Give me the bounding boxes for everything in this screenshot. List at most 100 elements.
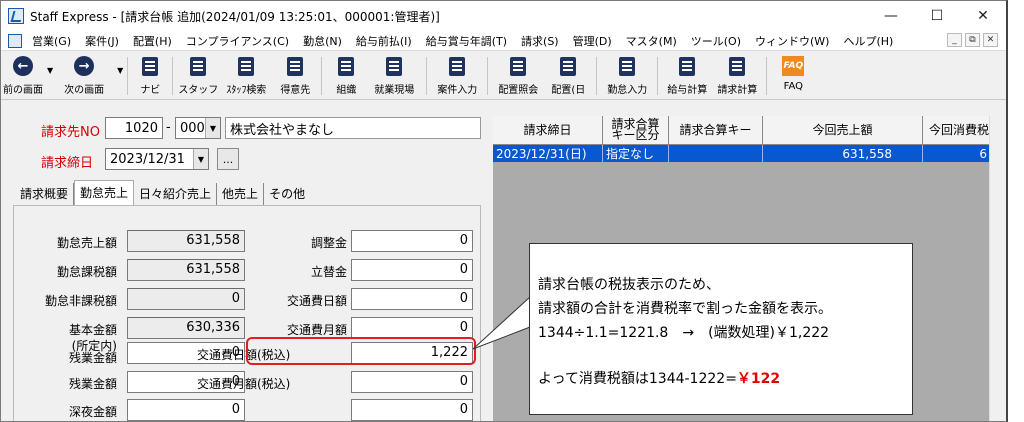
closing-date-label: 請求締日 <box>41 156 94 171</box>
case-entry-button[interactable]: 案件入力 <box>431 52 483 100</box>
grid-cell-sales: 631,558 <box>763 145 923 162</box>
navi-button[interactable]: ナビ <box>132 52 168 100</box>
mdi-close-button[interactable]: ✕ <box>983 33 998 47</box>
maximize-button[interactable]: ☐ <box>914 1 960 31</box>
menu-case[interactable]: 案件(J) <box>85 33 119 49</box>
grid-header-key-type[interactable]: 請求合算 キー区分 <box>603 116 669 145</box>
grid-vertical-scrollbar[interactable] <box>989 116 1006 421</box>
forward-dropdown-icon[interactable]: ▼ <box>117 66 123 75</box>
staff-label: スタッフ <box>178 85 219 96</box>
grid-header-sales[interactable]: 今回売上額 <box>763 116 923 145</box>
billing-to-label: 請求先NO <box>41 125 100 140</box>
assignment-inquiry-icon <box>510 56 527 76</box>
attendance-sales-label: 勤怠売上額 <box>56 236 117 250</box>
base-amount-field: 630,336 <box>127 317 245 339</box>
billing-to-branch-value: 000 <box>180 120 205 136</box>
tab-billing-summary[interactable]: 請求概要 <box>15 183 75 205</box>
chevron-down-icon[interactable]: ▼ <box>205 118 220 138</box>
closing-date-value: 2023/12/31 <box>110 151 185 167</box>
transport-monthly-taxin-field[interactable]: 0 <box>351 371 473 393</box>
assignment-inquiry-button[interactable]: 配置照会 <box>492 52 544 100</box>
menu-tools[interactable]: ツール(O) <box>691 33 741 49</box>
grid-header-closing-date[interactable]: 請求締日 <box>493 116 603 145</box>
table-row[interactable]: 2023/12/31(日) 指定なし 631,558 6 <box>493 145 990 162</box>
toolbar-separator <box>487 57 489 95</box>
workplace-label: 就業現場 <box>374 85 415 96</box>
menu-management[interactable]: 管理(D) <box>573 33 612 49</box>
menu-billing[interactable]: 請求(S) <box>521 33 559 49</box>
organization-icon <box>338 56 355 76</box>
attendance-entry-button[interactable]: 勤怠入力 <box>601 52 653 100</box>
case-entry-label: 案件入力 <box>437 85 478 96</box>
callout-pointer <box>472 297 531 350</box>
workplace-button[interactable]: 就業現場 <box>366 52 422 100</box>
staff-search-label: ｽﾀｯﾌ検索 <box>226 85 267 96</box>
tab-other-sales[interactable]: 他売上 <box>217 183 265 205</box>
menu-advance-pay[interactable]: 給与前払(I) <box>356 33 412 49</box>
app-icon <box>8 8 24 24</box>
payroll-icon <box>679 56 696 76</box>
tab-other[interactable]: その他 <box>264 183 310 205</box>
menu-assignment[interactable]: 配置(H) <box>133 33 172 49</box>
staff-button[interactable]: スタッフ <box>177 52 219 100</box>
tab-daily-referral-sales[interactable]: 日々紹介売上 <box>134 183 218 205</box>
menu-attendance[interactable]: 勤怠(N) <box>303 33 342 49</box>
grid-header-key[interactable]: 請求合算キー <box>669 116 763 145</box>
adjustment-field[interactable]: 0 <box>351 230 473 252</box>
assignment-daily-button[interactable]: 配置(日 <box>544 52 592 100</box>
payroll-button[interactable]: 給与計算 <box>662 52 712 100</box>
mdi-restore-button[interactable]: ⧉ <box>965 33 980 47</box>
faq-icon: FAQ <box>782 56 805 76</box>
window-title: Staff Express - [請求台帳 追加(2024/01/09 13:2… <box>30 9 440 24</box>
transport-monthly-field[interactable]: 0 <box>351 317 473 339</box>
transport-monthly-taxin-label: 交通費月額(税込) <box>197 377 291 391</box>
menu-help[interactable]: ヘルプ(H) <box>843 33 893 49</box>
document-icon <box>8 33 22 48</box>
closing-date-picker[interactable]: 2023/12/31 ▼ <box>105 148 209 170</box>
attendance-nontaxable-field: 0 <box>127 288 245 310</box>
menu-bar: 営業(G) 案件(J) 配置(H) コンプライアンス(C) 勤怠(N) 給与前払… <box>1 31 1006 51</box>
app-window: Staff Express - [請求台帳 追加(2024/01/09 13:2… <box>0 0 1008 422</box>
minimize-button[interactable]: — <box>868 1 914 31</box>
assignment-inquiry-label: 配置照会 <box>498 85 539 96</box>
closing-date-lookup-button[interactable]: ... <box>217 148 239 170</box>
callout-line-1: 請求台帳の税抜表示のため、 <box>538 277 720 293</box>
forward-button[interactable]: → 次の画面 <box>53 52 115 100</box>
menu-compliance[interactable]: コンプライアンス(C) <box>186 33 289 49</box>
tab-attendance-sales[interactable]: 勤怠売上 <box>74 180 135 205</box>
advance-field[interactable]: 0 <box>351 259 473 281</box>
back-button[interactable]: ← 前の画面 <box>1 52 45 100</box>
close-button[interactable]: ✕ <box>960 1 1006 31</box>
transport-daily-field[interactable]: 0 <box>351 288 473 310</box>
organization-button[interactable]: 組織 <box>326 52 366 100</box>
mdi-minimize-button[interactable]: _ <box>947 33 962 47</box>
grid-cell-key <box>669 145 763 162</box>
callout-line-4-prefix: よって消費税額は1344-1222= <box>538 371 737 387</box>
transport-daily-label: 交通費日額 <box>286 294 347 308</box>
extra-amount-field[interactable]: 0 <box>351 399 473 421</box>
chevron-down-icon[interactable]: ▼ <box>193 149 208 169</box>
explanation-callout: 請求台帳の税抜表示のため、 請求額の合計を消費税率で割った金額を表示。 1344… <box>529 243 913 415</box>
grid-header-tax[interactable]: 今回消費税 <box>923 116 999 145</box>
night-amount-field[interactable]: 0 <box>127 399 245 421</box>
tab-strip: 請求概要 勤怠売上 日々紹介売上 他売上 その他 <box>15 180 310 205</box>
menu-master[interactable]: マスタ(M) <box>626 33 677 49</box>
forward-label: 次の画面 <box>64 85 105 96</box>
attendance-entry-icon <box>619 56 636 76</box>
overtime-amount-label: 残業金額 <box>68 377 117 391</box>
forward-icon: → <box>74 56 95 76</box>
menu-sales[interactable]: 営業(G) <box>32 33 71 49</box>
billing-to-branch-select[interactable]: 000 ▼ <box>175 117 221 139</box>
navi-icon <box>142 56 159 76</box>
grid-cell-tax: 6 <box>979 146 987 161</box>
billing-calc-button[interactable]: 請求計算 <box>712 52 762 100</box>
staff-search-button[interactable]: ｽﾀｯﾌ検索 <box>219 52 273 100</box>
grid-cell-key-type: 指定なし <box>603 145 669 162</box>
billing-to-code-input[interactable]: 1020 <box>105 117 163 139</box>
faq-button[interactable]: FAQ FAQ <box>771 52 815 100</box>
toolbar-separator <box>657 57 659 95</box>
menu-window[interactable]: ウィンドウ(W) <box>755 33 829 49</box>
menu-payroll[interactable]: 給与賞与年調(T) <box>426 33 507 49</box>
attendance-sales-field: 631,558 <box>127 230 245 252</box>
customer-button[interactable]: 得意先 <box>273 52 317 100</box>
